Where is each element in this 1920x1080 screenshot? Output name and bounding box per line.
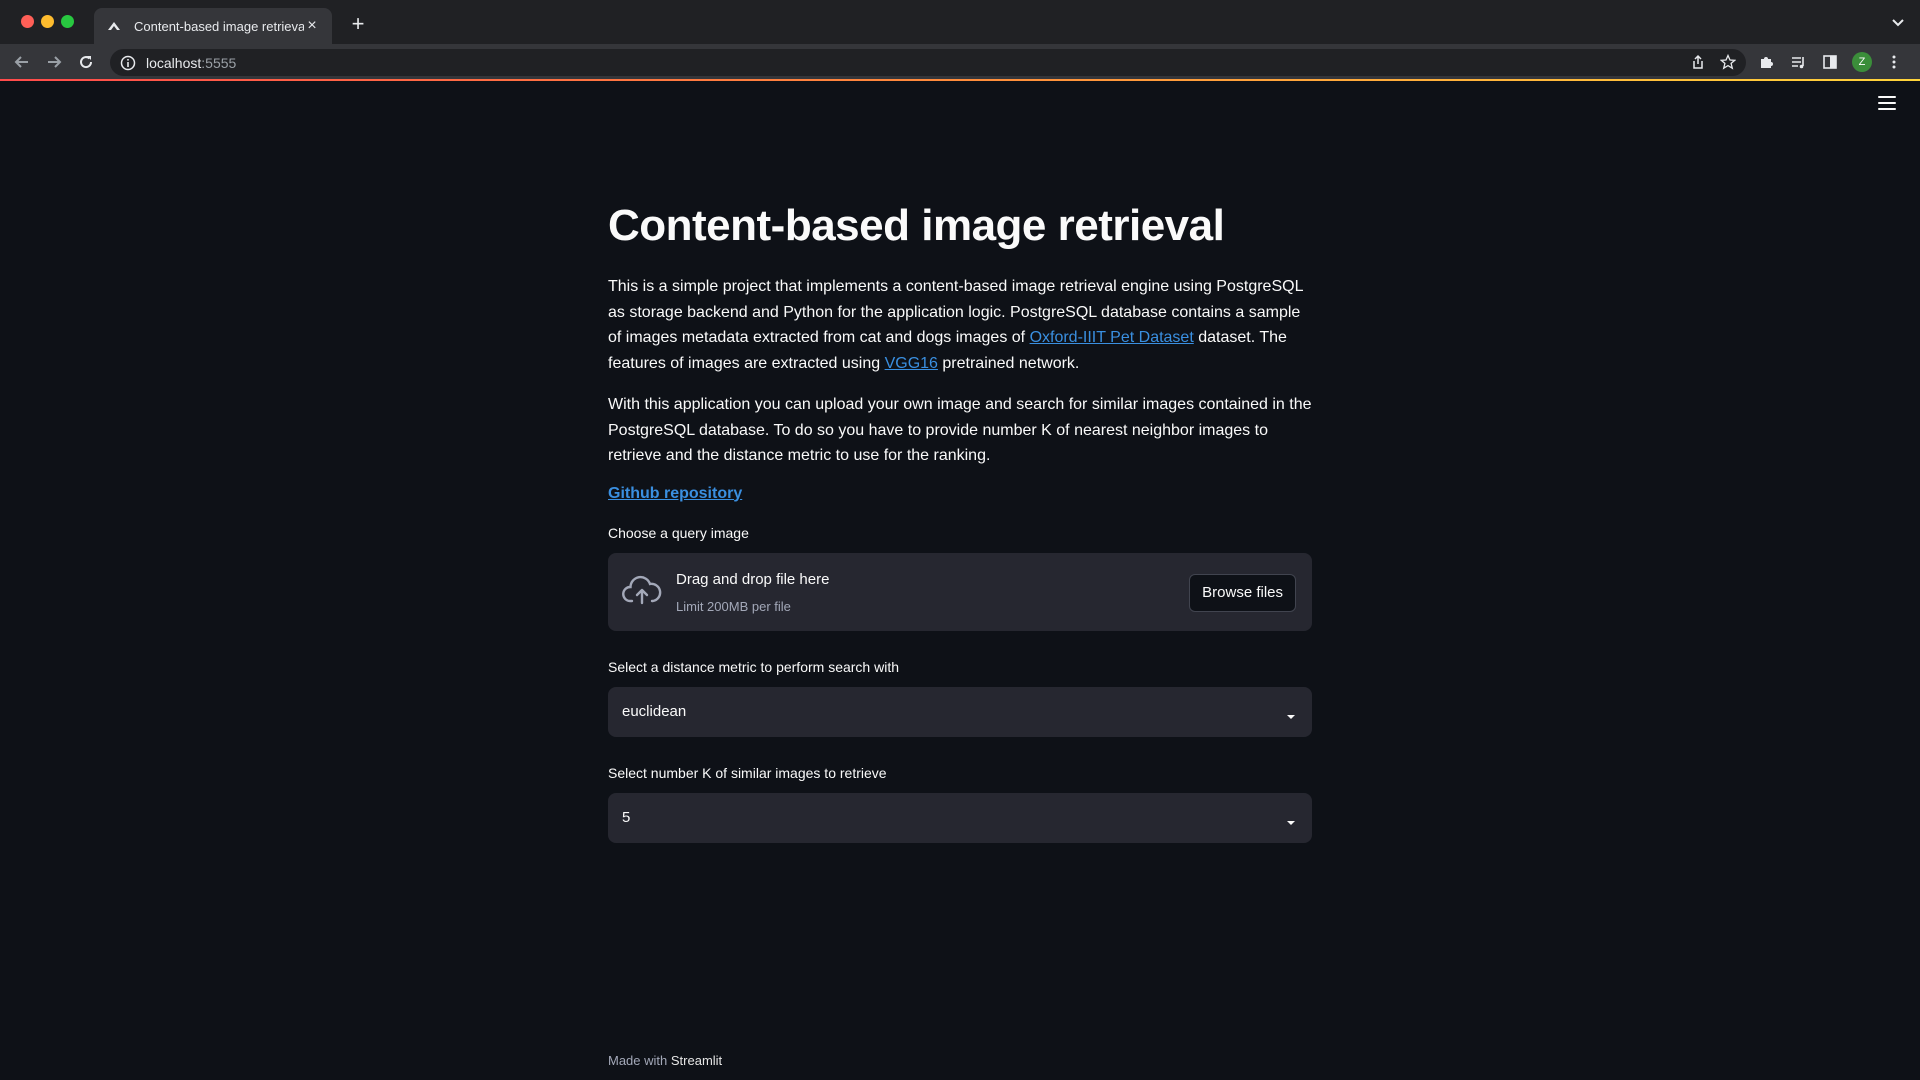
extensions-puzzle-icon[interactable]	[1756, 52, 1776, 72]
app-menu-hamburger-icon[interactable]	[1878, 96, 1896, 110]
file-dropzone[interactable]: Drag and drop file here Limit 200MB per …	[608, 552, 1312, 631]
vgg16-link[interactable]: VGG16	[885, 355, 938, 372]
close-window-button[interactable]	[21, 15, 34, 28]
uploader-label: Choose a query image	[608, 524, 749, 541]
github-repository-link[interactable]: Github repository	[608, 485, 742, 503]
tab-close-icon[interactable]: ×	[304, 18, 320, 34]
dropzone-limit: Limit 200MB per file	[676, 598, 791, 614]
browser-toolbar: localhost:5555 Z	[0, 44, 1920, 80]
k-neighbors-select[interactable]: 5	[608, 792, 1312, 843]
metric-select-label: Select a distance metric to perform sear…	[608, 658, 900, 675]
media-queue-icon[interactable]	[1788, 52, 1808, 72]
address-bar[interactable]: localhost:5555	[110, 49, 1746, 76]
back-arrow-icon[interactable]	[12, 52, 32, 72]
reload-icon[interactable]	[76, 52, 96, 72]
new-tab-button[interactable]: +	[346, 12, 370, 36]
k-neighbors-value: 5	[622, 808, 631, 826]
site-info-icon[interactable]	[120, 55, 136, 71]
bookmark-star-icon[interactable]	[1719, 53, 1737, 75]
tab-search-chevron-icon[interactable]	[1890, 14, 1906, 30]
url-host: localhost	[146, 54, 202, 71]
browser-titlebar: Content-based image retrieval × +	[0, 0, 1920, 44]
page-title: Content-based image retrieval	[608, 201, 1225, 250]
side-panel-icon[interactable]	[1820, 52, 1840, 72]
streamlit-link[interactable]: Streamlit	[671, 1053, 722, 1068]
streamlit-header-decoration	[0, 79, 1920, 81]
streamlit-favicon-icon	[106, 18, 122, 34]
forward-arrow-icon[interactable]	[44, 52, 64, 72]
browse-files-button[interactable]: Browse files	[1189, 573, 1296, 612]
url-port: :5555	[201, 54, 237, 71]
dropdown-caret-icon	[1286, 814, 1296, 825]
dropdown-caret-icon	[1286, 708, 1296, 719]
footer: Made with Streamlit	[608, 1053, 722, 1068]
footer-prefix: Made with	[608, 1053, 671, 1068]
distance-metric-select[interactable]: euclidean	[608, 686, 1312, 737]
k-select-label: Select number K of similar images to ret…	[608, 764, 887, 781]
browser-menu-kebab-icon[interactable]	[1884, 52, 1904, 72]
tab-title: Content-based image retrieval	[134, 18, 304, 34]
minimize-window-button[interactable]	[41, 15, 54, 28]
maximize-window-button[interactable]	[61, 15, 74, 28]
usage-paragraph: With this application you can upload you…	[608, 396, 1312, 464]
browser-tab[interactable]: Content-based image retrieval ×	[94, 8, 332, 44]
oxford-pet-dataset-link[interactable]: Oxford-IIIT Pet Dataset	[1030, 329, 1194, 346]
profile-avatar[interactable]: Z	[1852, 52, 1872, 72]
dropzone-title: Drag and drop file here	[676, 570, 830, 588]
cloud-upload-icon	[622, 575, 662, 607]
intro-text-3: pretrained network.	[937, 354, 1080, 372]
share-icon[interactable]	[1690, 54, 1706, 75]
distance-metric-value: euclidean	[622, 702, 687, 720]
intro-paragraph: This is a simple project that implements…	[608, 274, 1312, 376]
main-content: Content-based image retrieval This is a …	[608, 196, 1312, 871]
